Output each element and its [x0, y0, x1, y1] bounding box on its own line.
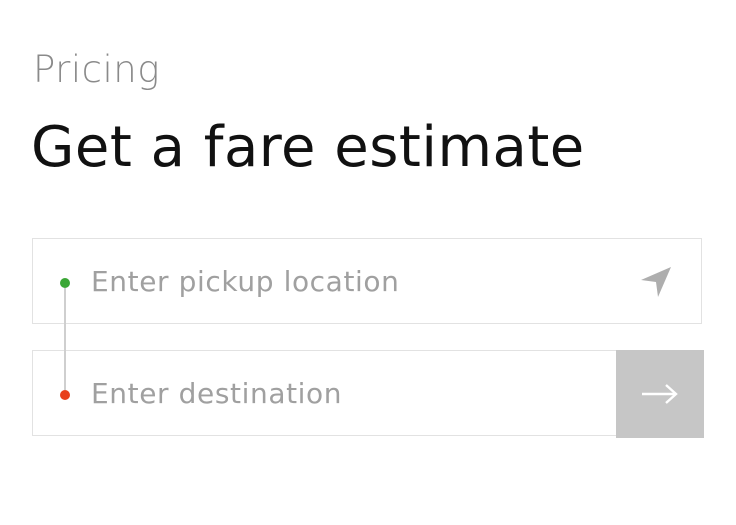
route-connector-line [64, 288, 66, 390]
pickup-dot-icon [60, 278, 70, 288]
pickup-field [32, 238, 702, 324]
arrow-right-icon [642, 384, 678, 404]
destination-field [32, 350, 704, 436]
submit-estimate-button[interactable] [616, 350, 704, 438]
page-title: Get a fare estimate [31, 115, 585, 180]
location-arrow-graphic [641, 267, 671, 297]
pickup-input[interactable] [91, 239, 611, 323]
destination-dot-icon [60, 390, 70, 400]
destination-input[interactable] [91, 351, 611, 435]
section-eyebrow: Pricing [33, 48, 160, 91]
location-arrow-icon[interactable] [639, 265, 673, 299]
